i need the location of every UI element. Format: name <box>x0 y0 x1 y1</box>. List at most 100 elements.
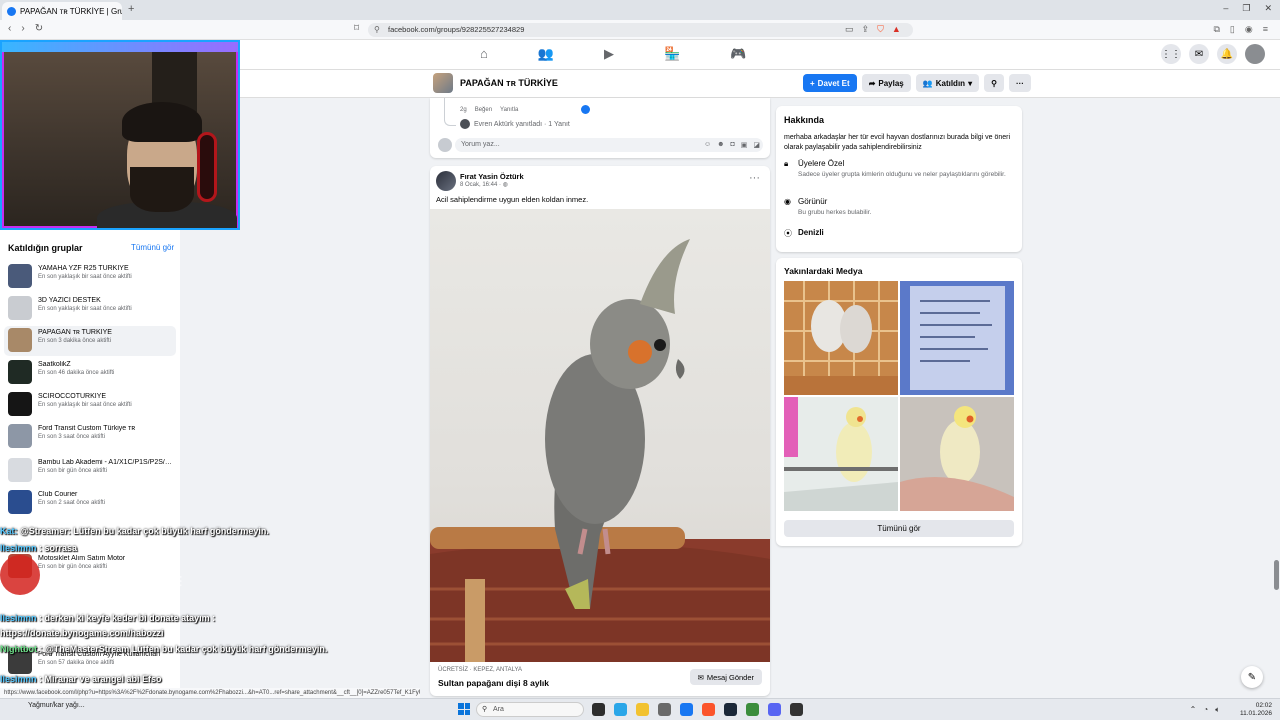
joined-groups-title: Katıldığın gruplar <box>8 243 83 253</box>
browser-tab[interactable]: PAPAĞAN ᴛʀ TÜRKİYE | Gruplar | ✕ <box>2 2 122 20</box>
invite-button[interactable]: + Davet Et <box>803 74 857 92</box>
file-explorer-icon[interactable] <box>636 703 649 716</box>
home-icon[interactable]: ⌂ <box>480 46 488 62</box>
install-app-icon[interactable]: ▭ <box>845 24 854 35</box>
menu-grid-icon[interactable]: ⋮⋮ <box>1161 44 1181 64</box>
perch-post <box>465 579 485 662</box>
chat-message: llesimnn : sorrasa <box>0 543 77 553</box>
page-scrollbar[interactable] <box>1274 560 1279 590</box>
edge-icon[interactable] <box>614 703 627 716</box>
camera-icon[interactable]: ◘ <box>731 141 735 149</box>
author-name[interactable]: Fırat Yasin Öztürk <box>460 172 524 181</box>
sidebar-group-item[interactable]: Club Courier En son 2 saat önce aktifti <box>4 488 176 518</box>
visible-description: Bu grubu herkes bulabilir. <box>798 209 872 216</box>
avatar[interactable] <box>1245 44 1265 64</box>
post-more-icon[interactable]: ··· <box>749 172 760 184</box>
sidebar-group-item[interactable]: YAMAHA YZF R25 TÜRKİYE En son yaklaşık bi… <box>4 262 176 292</box>
media-tile[interactable] <box>900 281 1014 395</box>
group-name[interactable]: PAPAĞAN ᴛʀ TÜRKİYE <box>460 78 558 88</box>
windows-start-icon[interactable] <box>458 703 470 715</box>
reload-icon[interactable]: ↻ <box>35 23 43 34</box>
back-icon[interactable]: ‹ <box>8 23 11 34</box>
friends-icon[interactable]: 👥 <box>538 46 554 62</box>
close-window-icon[interactable]: ✕ <box>1264 3 1272 14</box>
group-activity-label: En son 3 dakika önce aktifti <box>38 338 112 344</box>
messenger-small-icon: ✉ <box>697 672 704 682</box>
media-tile[interactable] <box>900 397 1014 511</box>
sidebar-group-item[interactable]: SCİROCCOTÜRKİYE En son yaklaşık bir saat … <box>4 390 176 420</box>
media-see-all-button[interactable]: Tümünü gör <box>784 520 1014 537</box>
profile-icon[interactable]: ◉ <box>1245 24 1253 35</box>
terminal-icon[interactable] <box>658 703 671 716</box>
sidebar-group-item[interactable]: Ford Transit Custom Türkiye ᴛʀ En son 3 s… <box>4 422 176 452</box>
sidebar-icon[interactable]: ▯ <box>1230 24 1235 35</box>
group-name-label: Bambu Lab Akademi - A1/X1C/P1S/P2S/H2C/H… <box>38 459 172 466</box>
minimize-icon[interactable]: – <box>1223 3 1228 14</box>
bird-eye <box>654 339 666 351</box>
gif-icon[interactable]: ▣ <box>741 141 748 149</box>
gaming-icon[interactable]: 🎮 <box>730 46 746 62</box>
media-tile[interactable] <box>784 281 898 395</box>
reply-link[interactable]: Yanıtla <box>500 107 518 113</box>
maximize-icon[interactable]: ❐ <box>1242 3 1250 14</box>
new-tab-button[interactable]: + <box>128 3 134 15</box>
media-tile[interactable] <box>784 397 898 511</box>
replies-link[interactable]: Evren Aktürk yanıtladı · 1 Yanıt <box>460 119 570 129</box>
share-button[interactable]: ➦ Paylaş <box>861 74 911 92</box>
forward-icon[interactable]: › <box>21 23 24 34</box>
volume-icon[interactable]: 🔈︎ <box>1215 705 1220 715</box>
video-icon[interactable]: ▶ <box>604 46 614 62</box>
bell-icon[interactable]: 🔔 <box>1217 44 1237 64</box>
marketplace-icon[interactable]: 🏪 <box>664 46 680 62</box>
chat-nick: Kat: <box>0 526 20 536</box>
network-icon[interactable]: ◔ <box>1203 705 1208 715</box>
group-thumbnail[interactable] <box>433 73 453 93</box>
extension-icon[interactable]: ⧉ <box>1213 24 1219 35</box>
private-description: Sadece üyeler grupta kimlerin olduğunu v… <box>798 171 1006 178</box>
bookmark-icon[interactable]: ⌑ <box>354 23 359 34</box>
brave-shield-icon[interactable]: ⛉ <box>877 24 884 35</box>
weather-widget[interactable]: Yağmur/kar yağı... <box>28 702 85 709</box>
group-search-button[interactable]: ⚲ <box>984 74 1004 92</box>
group-name-label: YAMAHA YZF R25 TÜRKİYE <box>38 265 129 272</box>
edge-dev-icon[interactable] <box>746 703 759 716</box>
task-view-icon[interactable] <box>592 703 605 716</box>
menu-icon[interactable]: ≡ <box>1263 24 1268 35</box>
share-icon[interactable]: ⇪ <box>862 24 870 35</box>
sidebar-group-item[interactable]: PAPAĞAN ᴛʀ TÜRKİYE En son 3 dakika önce a… <box>4 326 176 356</box>
group-more-button[interactable]: ··· <box>1008 74 1031 92</box>
group-thumbnail <box>8 360 32 384</box>
messenger-icon[interactable]: ✉ <box>1189 44 1209 64</box>
listing-title[interactable]: Sultan papağanı dişi 8 aylık <box>438 678 549 688</box>
handwritten-note-photo <box>900 281 1014 395</box>
post-photo[interactable] <box>430 209 770 662</box>
see-all-groups-link[interactable]: Tümünü gör <box>131 243 174 252</box>
sidebar-group-item[interactable]: SaatkolikZ En son 46 dakika önce aktifti <box>4 358 176 388</box>
like-link[interactable]: Beğen <box>475 107 492 113</box>
discord-icon[interactable] <box>768 703 781 716</box>
sidebar-group-item[interactable]: 3D YAZICI DESTEK En son yaklaşık bir saat… <box>4 294 176 324</box>
author-avatar[interactable] <box>436 171 456 191</box>
url-input[interactable]: facebook.com/groups/928225527234829 <box>368 23 913 37</box>
avatar-sticker-icon[interactable]: ☺ <box>704 141 711 149</box>
group-name-label: Motosiklet Alım Satım Motor <box>38 555 126 562</box>
brave-icon[interactable] <box>702 703 715 716</box>
joined-button[interactable]: 👥 Katıldın ▾ <box>915 74 980 92</box>
post-date-text: 8 Ocak, 16:44 · <box>460 182 503 188</box>
send-message-button[interactable]: ✉ Mesaj Gönder <box>689 669 762 685</box>
warning-icon[interactable]: ▲ <box>892 24 901 35</box>
post-date[interactable]: 8 Ocak, 16:44 · ◍ <box>460 181 508 188</box>
tray-expand-icon[interactable]: ⌃ <box>1190 705 1197 715</box>
chat-message: llesimnn : Miranar ve arangel abi Efso <box>0 674 162 684</box>
obs-icon[interactable] <box>790 703 803 716</box>
steam-icon[interactable] <box>724 703 737 716</box>
group-name-label: SCİROCCOTÜRKİYE <box>38 393 107 400</box>
mail-icon[interactable] <box>680 703 693 716</box>
sidebar-group-item[interactable]: Bambu Lab Akademi - A1/X1C/P1S/P2S/H2C/H… <box>4 456 176 486</box>
location-text[interactable]: Denizli <box>798 228 824 239</box>
new-message-icon[interactable]: ✎ <box>1241 666 1263 688</box>
sticker-icon[interactable]: ◪ <box>753 141 760 149</box>
taskbar-search-input[interactable]: Ara <box>476 702 584 717</box>
emoji-icon[interactable]: ☻ <box>717 141 724 149</box>
taskbar-clock[interactable]: 02:02 11.01.2026 <box>1240 702 1272 718</box>
